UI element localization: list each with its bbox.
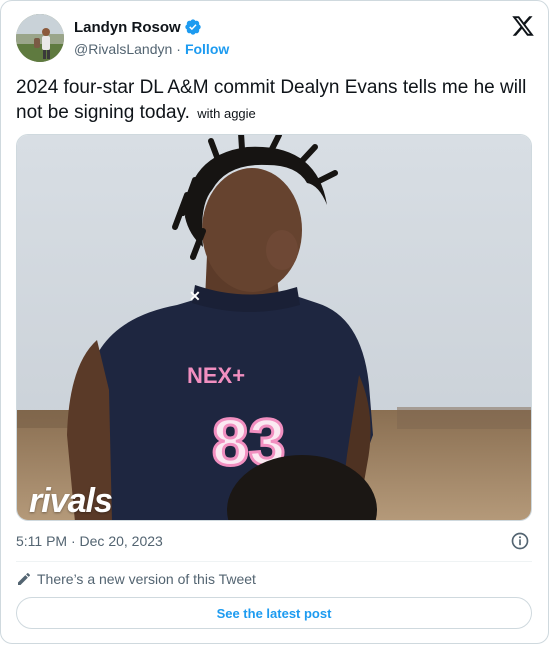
tweet-text: 2024 four-star DL A&M commit Dealyn Evan…: [16, 75, 536, 126]
x-logo-icon[interactable]: [510, 14, 536, 38]
author-handle[interactable]: @RivalsLandyn: [74, 41, 172, 57]
verified-badge-icon: [184, 18, 202, 36]
name-row: Landyn Rosow: [74, 18, 202, 36]
tweet-body: 2024 four-star DL A&M commit Dealyn Evan…: [16, 77, 527, 123]
separator-dot: ·: [176, 41, 181, 57]
author-display-name[interactable]: Landyn Rosow: [74, 19, 181, 36]
tweet-image[interactable]: ✕ NEX+ 83 rivals: [16, 134, 532, 521]
tweet-card: Landyn Rosow @RivalsLandyn · Follow 2024…: [0, 0, 549, 644]
pencil-icon: [16, 571, 32, 587]
athlete-photo: ✕ NEX+ 83: [17, 135, 531, 520]
svg-text:✕: ✕: [189, 288, 201, 304]
info-icon[interactable]: [510, 531, 530, 551]
see-latest-post-button[interactable]: See the latest post: [16, 597, 532, 629]
divider: [16, 561, 532, 562]
handle-row: @RivalsLandyn · Follow: [74, 41, 229, 57]
tweet-header: Landyn Rosow @RivalsLandyn · Follow: [16, 14, 536, 62]
new-version-notice: There’s a new version of this Tweet: [16, 571, 256, 587]
tweet-timestamp[interactable]: 5:11 PM · Dec 20, 2023: [16, 533, 163, 549]
jersey-brand: NEX+: [187, 363, 245, 388]
avatar[interactable]: [16, 14, 64, 62]
follow-button[interactable]: Follow: [185, 41, 229, 57]
tweet-extra-text: with aggie: [197, 106, 256, 121]
notice-text: There’s a new version of this Tweet: [37, 571, 256, 587]
rivals-logo: rivals: [29, 482, 113, 520]
